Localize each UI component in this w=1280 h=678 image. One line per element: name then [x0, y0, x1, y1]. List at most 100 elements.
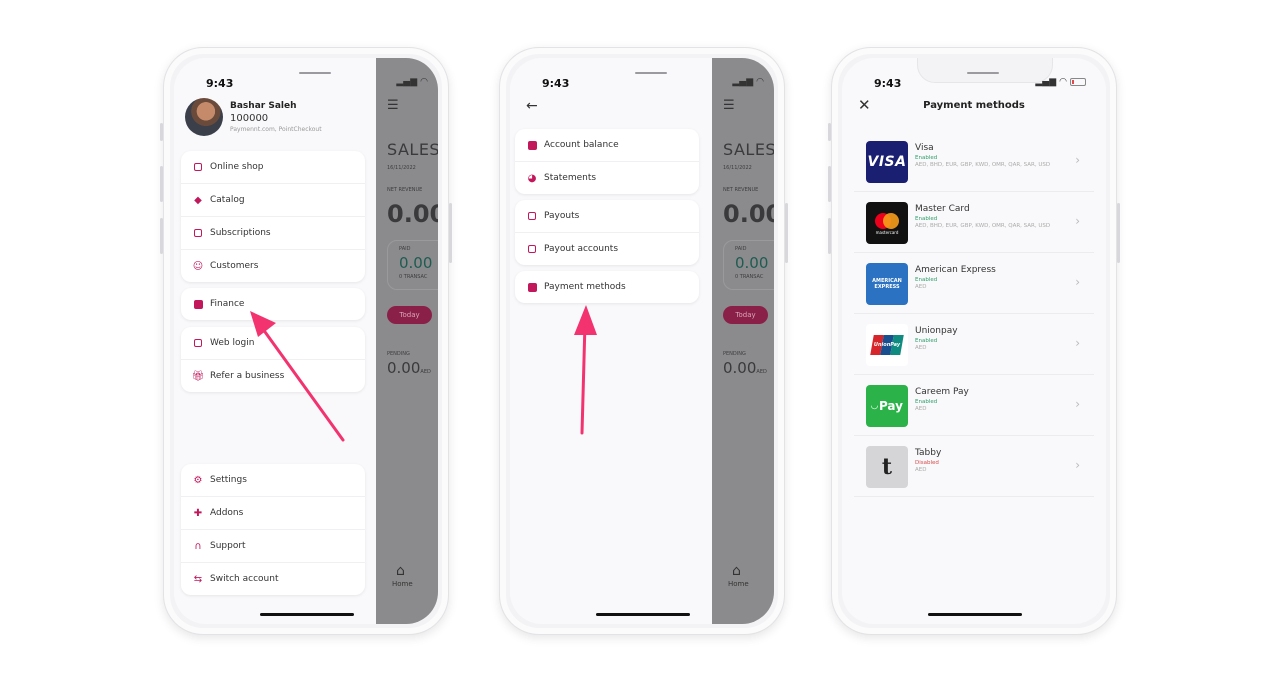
dashboard-overlay[interactable]: ▂▄▆ ◠ ☰ SALES 16/11/2022 NET REVENUE 0.00… — [372, 58, 438, 624]
menu-item-settings[interactable]: ⚙ Settings — [181, 464, 365, 497]
back-arrow-icon[interactable]: ← — [526, 98, 538, 114]
page-title: Payment methods — [923, 100, 1025, 111]
method-status: Enabled — [915, 216, 938, 222]
menu-item-catalog[interactable]: ◆ Catalog — [181, 184, 365, 217]
pending-label: PENDING — [723, 351, 746, 357]
method-currencies: AED — [915, 284, 927, 290]
method-currencies: AED — [915, 345, 927, 351]
side-button — [785, 203, 788, 263]
today-button[interactable]: Today — [723, 306, 768, 324]
paid-value: 0.00 — [735, 254, 769, 272]
home-icon[interactable]: ⌂ — [732, 563, 741, 579]
menu-item-account-balance[interactable]: Account balance — [515, 129, 699, 162]
mastercard-logo: mastercard — [866, 202, 908, 244]
chevron-right-icon: › — [1075, 458, 1080, 472]
finance-group-methods: Payment methods — [515, 271, 699, 303]
phone-3: 9:43 ▂▄▆ ◠ ✕ Payment methods VISA Visa En… — [828, 47, 1120, 635]
menu-item-label: Settings — [210, 475, 247, 485]
menu-item-label: Payouts — [544, 211, 580, 221]
signal-icon: ▂▄▆ — [396, 77, 418, 87]
puzzle-icon: ✚ — [193, 507, 203, 519]
method-status: Enabled — [915, 338, 938, 344]
pending-unit: AED — [756, 369, 767, 375]
tabby-logo: t — [866, 446, 908, 488]
screen-payment-methods: 9:43 ▂▄▆ ◠ ✕ Payment methods VISA Visa En… — [842, 58, 1106, 624]
menu-item-label: Statements — [544, 173, 597, 183]
menu-item-online-shop[interactable]: Online shop — [181, 151, 365, 184]
careem-pay-wordmark: Pay — [878, 399, 903, 413]
sales-title: SALES — [723, 140, 774, 159]
pie-chart-icon: ◕ — [527, 172, 537, 184]
menu-item-payout-accounts[interactable]: Payout accounts — [515, 233, 699, 265]
pending-amount: 0.00 — [723, 359, 757, 377]
sales-title: SALES — [387, 140, 438, 159]
speaker — [967, 72, 999, 74]
payment-method-tabby[interactable]: t Tabby Disabled AED › — [854, 436, 1094, 497]
today-button[interactable]: Today — [387, 306, 432, 324]
home-tab-label[interactable]: Home — [728, 580, 749, 588]
subscriptions-icon — [192, 227, 204, 239]
payment-methods-list: VISA Visa Enabled AED, BHD, EUR, GBP, KW… — [854, 131, 1094, 497]
home-icon[interactable]: ⌂ — [396, 563, 405, 579]
careem-pay-logo: ◡ Pay — [866, 385, 908, 427]
menu-item-subscriptions[interactable]: Subscriptions — [181, 217, 365, 250]
profile-subtitle: Paymennt.com, PointCheckout — [230, 126, 322, 133]
paid-label: PAID — [735, 246, 747, 252]
profile-header[interactable]: Bashar Saleh 100000 Paymennt.com, PointC… — [185, 98, 375, 138]
finance-icon — [192, 298, 204, 310]
side-button — [160, 218, 163, 254]
hamburger-icon[interactable]: ☰ — [387, 98, 399, 113]
pending-value: 0.00AED — [723, 359, 767, 377]
visa-logo: VISA — [866, 141, 908, 183]
paid-label: PAID — [399, 246, 411, 252]
menu-group-shop: Online shop ◆ Catalog Subscriptions ☺ Cust… — [181, 151, 365, 282]
dashboard-overlay[interactable]: ▂▄▆ ◠ ☰ SALES 16/11/2022 NET REVENUE 0.00… — [708, 58, 774, 624]
pending-unit: AED — [420, 369, 431, 375]
payout-account-icon — [526, 243, 538, 255]
payment-method-unionpay[interactable]: UnionPay Unionpay Enabled AED › — [854, 314, 1094, 375]
pending-value: 0.00AED — [387, 359, 431, 377]
menu-item-addons[interactable]: ✚ Addons — [181, 497, 365, 530]
unionpay-logo: UnionPay — [866, 324, 908, 366]
menu-item-label: Switch account — [210, 574, 279, 584]
payment-method-amex[interactable]: AMERICAN EXPRESS American Express Enable… — [854, 253, 1094, 314]
side-button — [160, 123, 163, 141]
method-name: American Express — [915, 265, 996, 275]
menu-item-support[interactable]: ∩ Support — [181, 530, 365, 563]
screen-finance: 9:43 ▂▄▆ ◠ ☰ SALES 16/11/2022 NET REVENUE… — [510, 58, 774, 624]
home-tab-label[interactable]: Home — [392, 580, 413, 588]
payment-method-mastercard[interactable]: mastercard Master Card Enabled AED, BHD,… — [854, 192, 1094, 253]
menu-item-label: Subscriptions — [210, 228, 271, 238]
paid-value: 0.00 — [399, 254, 433, 272]
menu-item-customers[interactable]: ☺ Customers — [181, 250, 365, 282]
signal-icon: ▂▄▆ — [732, 77, 754, 87]
method-name: Unionpay — [915, 326, 958, 336]
avatar — [185, 98, 223, 136]
annotation-arrow-payment-methods — [574, 305, 597, 435]
status-time: 9:43 — [874, 77, 902, 90]
chevron-right-icon: › — [1075, 397, 1080, 411]
users-icon: ☺ — [192, 260, 204, 272]
profile-id: 100000 — [230, 113, 269, 124]
menu-item-label: Payment methods — [544, 282, 626, 292]
side-button — [449, 203, 452, 263]
payment-method-careem-pay[interactable]: ◡ Pay Careem Pay Enabled AED › — [854, 375, 1094, 436]
menu-item-payment-methods[interactable]: Payment methods — [515, 271, 699, 303]
headphones-icon: ∩ — [194, 540, 202, 552]
method-name: Tabby — [915, 448, 942, 458]
notch — [917, 58, 1053, 83]
menu-item-switch-account[interactable]: ⇆ Switch account — [181, 563, 365, 595]
chevron-right-icon: › — [1075, 214, 1080, 228]
method-status: Enabled — [915, 277, 938, 283]
transactions-label: 0 TRANSAC — [399, 274, 428, 280]
hamburger-icon[interactable]: ☰ — [723, 98, 735, 113]
home-indicator — [928, 613, 1022, 616]
method-status: Disabled — [915, 460, 939, 466]
menu-item-payouts[interactable]: Payouts — [515, 200, 699, 233]
side-button — [160, 166, 163, 202]
tag-icon: ◆ — [194, 194, 202, 206]
side-button — [1117, 203, 1120, 263]
menu-item-statements[interactable]: ◕ Statements — [515, 162, 699, 194]
method-name: Master Card — [915, 204, 970, 214]
payment-method-visa[interactable]: VISA Visa Enabled AED, BHD, EUR, GBP, KW… — [854, 131, 1094, 192]
